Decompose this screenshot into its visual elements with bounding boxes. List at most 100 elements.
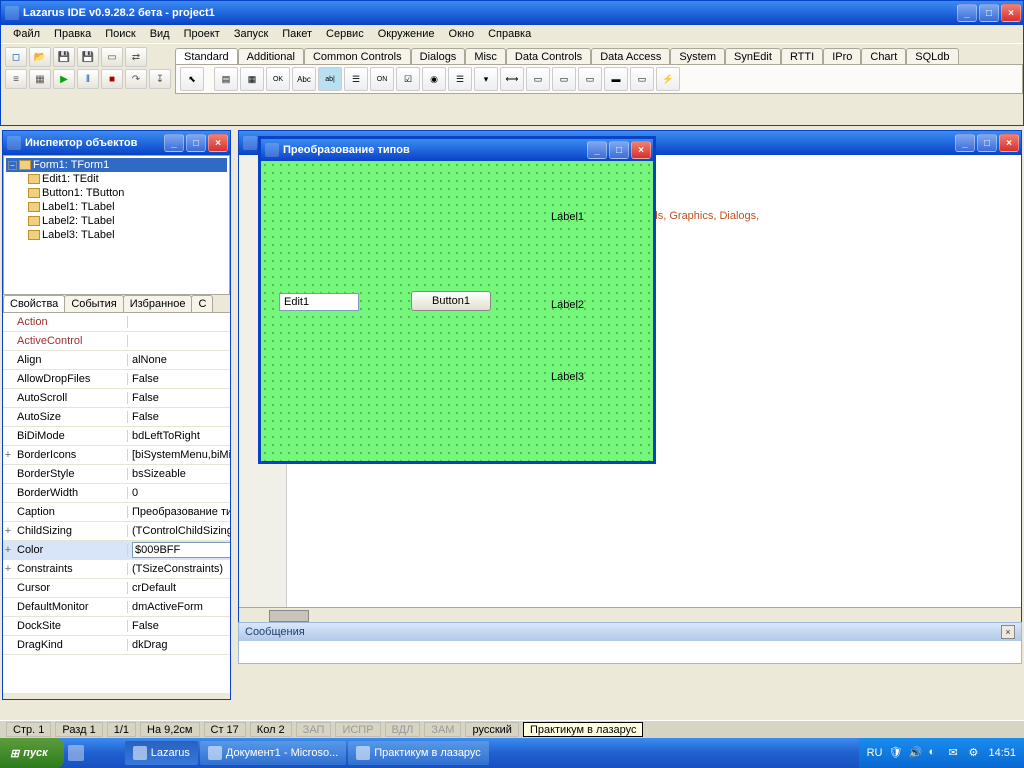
menu-Файл[interactable]: Файл xyxy=(7,27,46,41)
property-row-autosize[interactable]: AutoSizeFalse xyxy=(3,408,230,427)
ttogglebox-comp[interactable]: ON xyxy=(370,67,394,91)
design-form-window[interactable]: Преобразование типов _ □ × Label1 Edit1 … xyxy=(258,136,656,464)
label1[interactable]: Label1 xyxy=(551,211,584,223)
property-row-bidimode[interactable]: BiDiModebdLeftToRight xyxy=(3,427,230,446)
pause-button[interactable]: ‖ xyxy=(77,69,99,89)
menu-Поиск[interactable]: Поиск xyxy=(99,27,141,41)
new-unit-button[interactable]: ◻ xyxy=(5,47,27,67)
property-row-borderwidth[interactable]: BorderWidth0 xyxy=(3,484,230,503)
messages-body[interactable] xyxy=(239,641,1021,663)
property-row-bordericons[interactable]: +BorderIcons[biSystemMenu,biMinimize,biM… xyxy=(3,446,230,465)
start-button[interactable]: ⊞ пуск xyxy=(0,738,64,768)
property-row-constraints[interactable]: +Constraints(TSizeConstraints) xyxy=(3,560,230,579)
label2[interactable]: Label2 xyxy=(551,299,584,311)
tray-icon[interactable]: ⚙ xyxy=(968,746,982,760)
edit1[interactable]: Edit1 xyxy=(279,293,359,311)
save-all-button[interactable]: 💾 xyxy=(77,47,99,67)
ide-titlebar[interactable]: Lazarus IDE v0.9.28.2 бета - project1 _ … xyxy=(1,1,1023,25)
inspector-tab[interactable]: С xyxy=(191,295,213,312)
component-tab-data-controls[interactable]: Data Controls xyxy=(506,48,591,64)
task-button[interactable]: Lazarus xyxy=(125,741,198,765)
tray-icon[interactable]: 🛡 xyxy=(888,746,902,760)
open-button[interactable]: 📂 xyxy=(29,47,51,67)
tree-item[interactable]: Label2: TLabel xyxy=(6,214,227,228)
component-tab-sqldb[interactable]: SQLdb xyxy=(906,48,958,64)
property-row-dragkind[interactable]: DragKinddkDrag xyxy=(3,636,230,655)
property-row-align[interactable]: AlignalNone xyxy=(3,351,230,370)
inspector-tab[interactable]: События xyxy=(64,295,123,312)
property-row-action[interactable]: Action xyxy=(3,313,230,332)
tcheckgroup-comp[interactable]: ▭ xyxy=(578,67,602,91)
tpopupmenu-comp[interactable]: ▦ xyxy=(240,67,264,91)
component-tab-additional[interactable]: Additional xyxy=(238,48,304,64)
task-button[interactable]: Практикум в лазарус xyxy=(348,741,489,765)
tmemo-comp[interactable]: ☰ xyxy=(344,67,368,91)
maximize-button[interactable]: □ xyxy=(186,134,206,152)
menu-Правка[interactable]: Правка xyxy=(48,27,97,41)
menu-Справка[interactable]: Справка xyxy=(482,27,537,41)
tray-icon[interactable]: 🔊 xyxy=(908,746,922,760)
inspector-titlebar[interactable]: Инспектор объектов _ □ × xyxy=(3,131,230,155)
tgroupbox-comp[interactable]: ▭ xyxy=(526,67,550,91)
tpanel-comp[interactable]: ▬ xyxy=(604,67,628,91)
component-tab-common-controls[interactable]: Common Controls xyxy=(304,48,411,64)
maximize-button[interactable]: □ xyxy=(979,4,999,22)
component-tab-rtti[interactable]: RTTI xyxy=(781,48,823,64)
property-row-docksite[interactable]: DockSiteFalse xyxy=(3,617,230,636)
tscrollbar-comp[interactable]: ⟷ xyxy=(500,67,524,91)
close-button[interactable]: × xyxy=(208,134,228,152)
menu-Окно[interactable]: Окно xyxy=(443,27,481,41)
tmainmenu-comp[interactable]: ▤ xyxy=(214,67,238,91)
tactionlist-comp[interactable]: ⚡ xyxy=(656,67,680,91)
tree-item[interactable]: Label1: TLabel xyxy=(6,200,227,214)
component-tab-chart[interactable]: Chart xyxy=(861,48,906,64)
tlabel-comp[interactable]: Abc xyxy=(292,67,316,91)
tradiobutton-comp[interactable]: ◉ xyxy=(422,67,446,91)
toggle-form-button[interactable]: ⇄ xyxy=(125,47,147,67)
component-tab-system[interactable]: System xyxy=(670,48,725,64)
horizontal-scrollbar[interactable] xyxy=(239,607,1021,623)
property-row-activecontrol[interactable]: ActiveControl xyxy=(3,332,230,351)
property-value-input[interactable] xyxy=(132,542,230,558)
tray-icon[interactable]: ◐ xyxy=(928,746,942,760)
component-tab-synedit[interactable]: SynEdit xyxy=(725,48,781,64)
tcheckbox-comp[interactable]: ☑ xyxy=(396,67,420,91)
new-form-button[interactable]: ▭ xyxy=(101,47,123,67)
minimize-button[interactable]: _ xyxy=(587,141,607,159)
inspector-tab[interactable]: Свойства xyxy=(3,295,65,312)
tree-item[interactable]: Edit1: TEdit xyxy=(6,172,227,186)
property-row-cursor[interactable]: CursorcrDefault xyxy=(3,579,230,598)
property-row-autoscroll[interactable]: AutoScrollFalse xyxy=(3,389,230,408)
form-canvas[interactable]: Label1 Edit1 Button1 Label2 Label3 xyxy=(261,161,653,461)
minimize-button[interactable]: _ xyxy=(955,134,975,152)
tcombobox-comp[interactable]: ▾ xyxy=(474,67,498,91)
close-button[interactable]: × xyxy=(1001,4,1021,22)
menu-Вид[interactable]: Вид xyxy=(144,27,176,41)
property-row-childsizing[interactable]: +ChildSizing(TControlChildSizing) xyxy=(3,522,230,541)
component-tab-misc[interactable]: Misc xyxy=(465,48,506,64)
maximize-button[interactable]: □ xyxy=(609,141,629,159)
ql-icon[interactable] xyxy=(68,745,84,761)
form-titlebar[interactable]: Преобразование типов _ □ × xyxy=(261,139,653,161)
inspector-tab[interactable]: Избранное xyxy=(123,295,193,312)
task-button[interactable]: Документ1 - Microso... xyxy=(200,741,346,765)
label3[interactable]: Label3 xyxy=(551,371,584,383)
property-row-allowdropfiles[interactable]: AllowDropFilesFalse xyxy=(3,370,230,389)
property-grid[interactable]: ActionActiveControlAlignalNoneAllowDropF… xyxy=(3,313,230,693)
component-tab-dialogs[interactable]: Dialogs xyxy=(411,48,466,64)
tray-icon[interactable]: ✉ xyxy=(948,746,962,760)
property-row-defaultmonitor[interactable]: DefaultMonitordmActiveForm xyxy=(3,598,230,617)
tbutton-comp[interactable]: OK xyxy=(266,67,290,91)
property-row-caption[interactable]: CaptionПреобразование типов xyxy=(3,503,230,522)
close-icon[interactable]: × xyxy=(1001,625,1015,639)
run-button[interactable]: ▶ xyxy=(53,69,75,89)
save-button[interactable]: 💾 xyxy=(53,47,75,67)
view-forms-button[interactable]: ▦ xyxy=(29,69,51,89)
component-tab-standard[interactable]: Standard xyxy=(175,48,238,64)
tree-root[interactable]: − Form1: TForm1 xyxy=(6,158,227,172)
close-button[interactable]: × xyxy=(631,141,651,159)
clock[interactable]: 14:51 xyxy=(988,747,1016,759)
tframe-comp[interactable]: ▭ xyxy=(630,67,654,91)
menu-Сервис[interactable]: Сервис xyxy=(320,27,370,41)
minimize-button[interactable]: _ xyxy=(957,4,977,22)
